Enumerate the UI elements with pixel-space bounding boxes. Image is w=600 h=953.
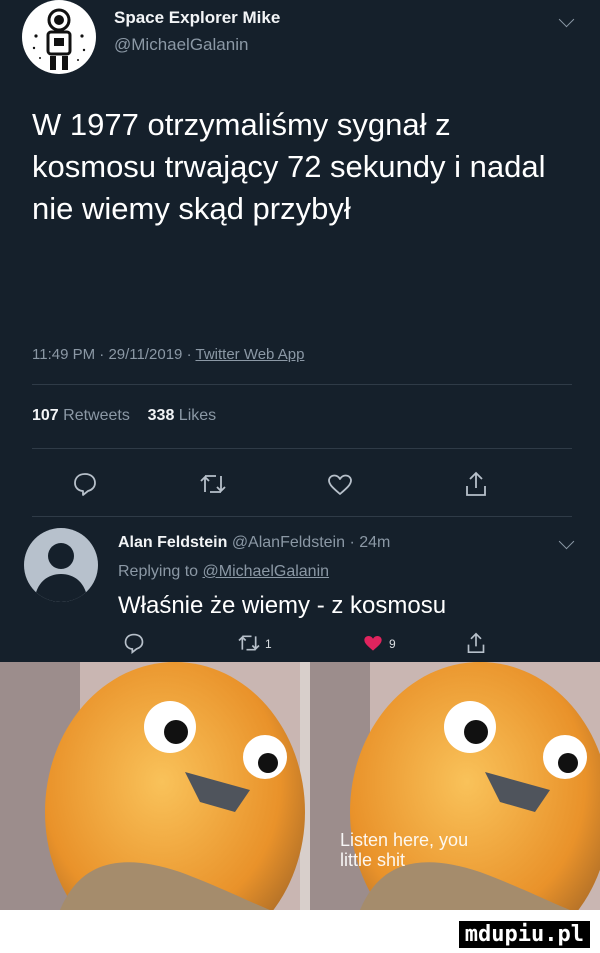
- retweet-icon[interactable]: [198, 472, 228, 496]
- astronaut-avatar[interactable]: [22, 0, 96, 74]
- heart-icon-filled[interactable]: [362, 634, 384, 653]
- divider: [32, 384, 572, 385]
- share-icon[interactable]: [466, 631, 486, 655]
- tweet-time: 11:49 PM: [32, 346, 96, 363]
- retweets-label[interactable]: Retweets: [63, 407, 130, 424]
- author-name[interactable]: Space Explorer Mike: [114, 8, 280, 28]
- tweet-date: 29/11/2019: [108, 346, 183, 363]
- default-avatar[interactable]: [24, 528, 98, 602]
- chevron-down-icon[interactable]: [558, 11, 575, 28]
- bird-meme-illustration: [0, 662, 600, 910]
- watermark: mdupiu.pl: [458, 921, 590, 948]
- reply-like-count: 9: [389, 637, 396, 651]
- reply-author-handle[interactable]: @AlanFeldstein: [232, 534, 345, 551]
- reply-age: 24m: [359, 534, 391, 551]
- retweets-count[interactable]: 107: [32, 407, 59, 424]
- replying-label: Replying to: [118, 563, 199, 580]
- caption-line: little shit: [340, 850, 406, 870]
- replying-to: Replying to @MichaelGalanin: [118, 563, 329, 581]
- separator: ·: [99, 346, 105, 363]
- likes-count[interactable]: 338: [148, 407, 175, 424]
- heart-icon[interactable]: [326, 473, 354, 497]
- tweet-panel: Space Explorer Mike @MichaelGalanin W 19…: [0, 0, 600, 662]
- tweet-text: W 1977 otrzymaliśmy sygnał z kosmosu trw…: [32, 107, 546, 226]
- divider: [32, 516, 572, 517]
- likes-label[interactable]: Likes: [179, 407, 216, 424]
- replying-handle-link[interactable]: @MichaelGalanin: [203, 563, 330, 580]
- reply-text: Właśnie że wiemy - z kosmosu: [118, 592, 447, 619]
- retweet-icon[interactable]: [236, 633, 262, 653]
- reply-retweet-count: 1: [265, 637, 272, 651]
- meme-image: [0, 662, 600, 910]
- separator: ·: [349, 534, 355, 551]
- tweet-source-link[interactable]: Twitter Web App: [195, 346, 304, 363]
- caption-line: Listen here, you: [340, 830, 469, 850]
- tweet-stats: 107 Retweets 338 Likes: [32, 407, 216, 425]
- chevron-down-icon[interactable]: [558, 533, 575, 550]
- divider: [32, 448, 572, 449]
- reply-icon[interactable]: [72, 471, 98, 497]
- author-handle[interactable]: @MichaelGalanin: [114, 35, 248, 55]
- share-icon[interactable]: [464, 470, 488, 498]
- reply-header: Alan Feldstein @AlanFeldstein · 24m: [118, 534, 390, 552]
- separator: ·: [186, 346, 192, 363]
- tweet-meta: 11:49 PM · 29/11/2019 · Twitter Web App: [32, 346, 304, 363]
- reply-icon[interactable]: [123, 632, 145, 654]
- reply-author-name[interactable]: Alan Feldstein: [118, 534, 227, 551]
- meme-caption: Listen here, you little shit: [340, 830, 468, 870]
